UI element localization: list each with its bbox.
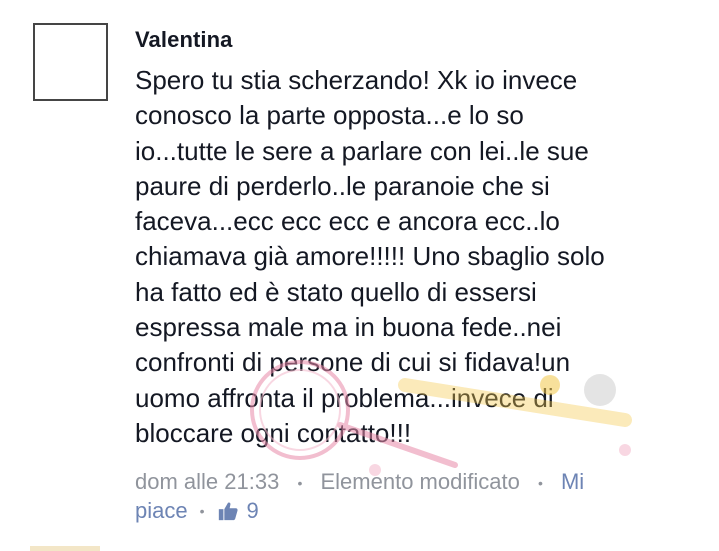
comment-line: faceva...ecc ecc ecc e ancora ecc..lo (135, 206, 560, 237)
separator-dot: • (297, 475, 303, 492)
comment-line: chiamava già amore!!!!! Uno sbaglio solo (135, 241, 605, 272)
like-link-part1[interactable]: Mi (561, 469, 584, 494)
like-link-part2[interactable]: piace (135, 498, 188, 524)
next-avatar-edge (30, 546, 100, 551)
comment-screenshot: Valentina Spero tu stia scherzando! Xk i… (0, 0, 719, 551)
comment-meta-row: dom alle 21:33 • Elemento modificato • M… (135, 469, 695, 495)
comment-line: conosco la parte opposta...e lo so (135, 100, 524, 131)
timestamp[interactable]: dom alle 21:33 (135, 469, 279, 494)
edited-label[interactable]: Elemento modificato (320, 469, 519, 494)
separator-dot: • (537, 475, 543, 492)
comment-body: Spero tu stia scherzando! Xk io invece c… (135, 63, 665, 451)
comment-line: confronti di persone di cui si fidava!un (135, 347, 571, 378)
comment-line: io...tutte le sere a parlare con lei..le… (135, 135, 589, 166)
thumbs-up-icon[interactable] (217, 500, 239, 522)
comment-author[interactable]: Valentina (135, 27, 233, 53)
comment-line: paure di perderlo..le paranoie che si (135, 170, 550, 201)
separator-dot: • (199, 503, 205, 519)
comment-line: bloccare ogni contatto!!! (135, 417, 412, 448)
comment-meta-row-2: piace • 9 (135, 498, 259, 524)
comment-line: uomo affronta il problema...invece di (135, 382, 554, 413)
comment-line: ha fatto ed è stato quello di essersi (135, 276, 537, 307)
comment-line: Spero tu stia scherzando! Xk io invece (135, 65, 578, 95)
like-count[interactable]: 9 (247, 498, 259, 524)
comment-line: espressa male ma in buona fede..nei (135, 312, 562, 343)
avatar[interactable] (33, 23, 108, 101)
